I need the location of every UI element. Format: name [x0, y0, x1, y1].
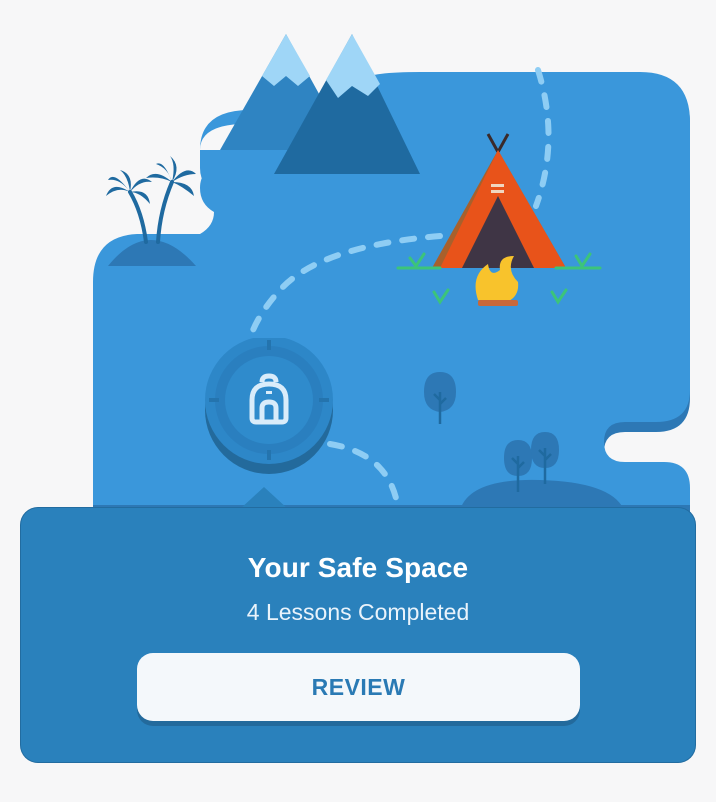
popup-subtitle: 4 Lessons Completed — [246, 599, 470, 625]
learning-path-screen: Your Safe Space 4 Lessons Completed REVI… — [0, 0, 716, 802]
lesson-popup: Your Safe Space 4 Lessons Completed REVI… — [20, 507, 696, 763]
palm-trees-illustration — [128, 180, 174, 244]
popup-arrow — [240, 487, 288, 509]
popup-title: Your Safe Space — [247, 552, 469, 583]
lesson-node-button[interactable] — [204, 338, 334, 474]
review-button[interactable]: REVIEW — [137, 653, 580, 721]
